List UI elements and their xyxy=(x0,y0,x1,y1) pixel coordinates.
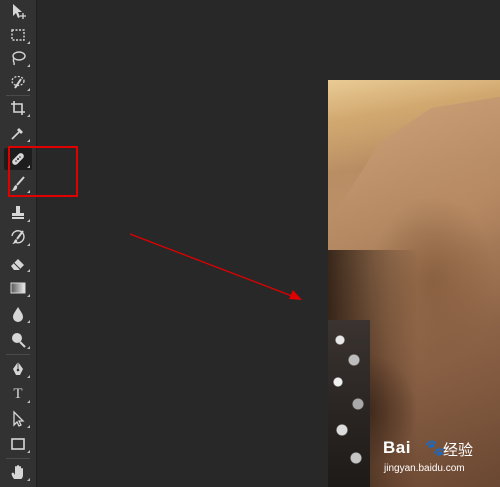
portrait-photo[interactable] xyxy=(328,80,500,487)
submenu-indicator xyxy=(27,375,30,378)
earring-region xyxy=(328,320,370,487)
crop-tool-button[interactable] xyxy=(4,97,32,119)
submenu-indicator xyxy=(27,320,30,323)
rectangular-marquee-icon xyxy=(11,29,25,41)
marquee-tool-button[interactable] xyxy=(4,24,32,46)
submenu-indicator xyxy=(27,114,30,117)
quick-selection-tool-button[interactable] xyxy=(4,71,32,93)
history-brush-icon xyxy=(11,230,25,244)
submenu-indicator xyxy=(27,88,30,91)
baidu-jingyan-watermark: Bai 🐾 经验 jingyan.baidu.com xyxy=(383,438,495,478)
toolbar-divider xyxy=(6,354,30,355)
submenu-indicator xyxy=(27,425,30,428)
watermark-url: jingyan.baidu.com xyxy=(384,463,465,474)
watermark-logo: Bai xyxy=(383,438,411,457)
lasso-tool-button[interactable] xyxy=(4,47,32,69)
move-tool-icon xyxy=(13,4,26,19)
eraser-tool-button[interactable] xyxy=(4,252,32,274)
submenu-indicator xyxy=(27,450,30,453)
lasso-icon xyxy=(12,51,26,66)
submenu-indicator xyxy=(27,269,30,272)
submenu-indicator xyxy=(27,139,30,142)
toolbar-divider xyxy=(6,95,30,96)
move-tool-button[interactable] xyxy=(4,0,32,22)
hand-icon xyxy=(11,465,23,479)
gradient-tool-button[interactable] xyxy=(4,277,32,299)
tool-highlight-box xyxy=(8,146,78,197)
crop-icon xyxy=(11,101,25,115)
blur-icon xyxy=(13,307,23,322)
gradient-icon xyxy=(10,282,26,294)
toolbar-divider xyxy=(6,458,30,459)
hair-region xyxy=(328,80,500,220)
submenu-indicator xyxy=(27,400,30,403)
dodge-icon xyxy=(12,333,26,348)
paw-icon: 🐾 xyxy=(425,440,445,457)
clone-stamp-icon xyxy=(12,206,24,219)
submenu-indicator xyxy=(27,243,30,246)
rectangle-shape-icon xyxy=(11,438,25,450)
history-brush-tool-button[interactable] xyxy=(4,226,32,248)
type-icon: T xyxy=(13,385,23,402)
path-selection-icon xyxy=(13,410,25,427)
quick-selection-icon xyxy=(11,75,25,89)
rectangle-tool-button[interactable] xyxy=(4,433,32,455)
submenu-indicator xyxy=(27,41,30,44)
submenu-indicator xyxy=(27,294,30,297)
submenu-indicator xyxy=(27,219,30,222)
watermark-title: 经验 xyxy=(443,442,474,459)
type-tool-button[interactable]: T xyxy=(4,383,32,405)
submenu-indicator xyxy=(27,64,30,67)
pen-tool-button[interactable] xyxy=(4,358,32,380)
clone-stamp-tool-button[interactable] xyxy=(4,202,32,224)
submenu-indicator xyxy=(27,478,30,481)
path-selection-tool-button[interactable] xyxy=(4,408,32,430)
blur-tool-button[interactable] xyxy=(4,303,32,325)
submenu-indicator xyxy=(27,346,30,349)
pen-icon xyxy=(13,362,23,375)
tools-panel: T xyxy=(0,0,37,487)
hand-tool-button[interactable] xyxy=(4,461,32,483)
eyedropper-icon xyxy=(11,128,23,140)
dodge-tool-button[interactable] xyxy=(4,329,32,351)
eyedropper-tool-button[interactable] xyxy=(4,122,32,144)
eraser-icon xyxy=(11,259,24,270)
